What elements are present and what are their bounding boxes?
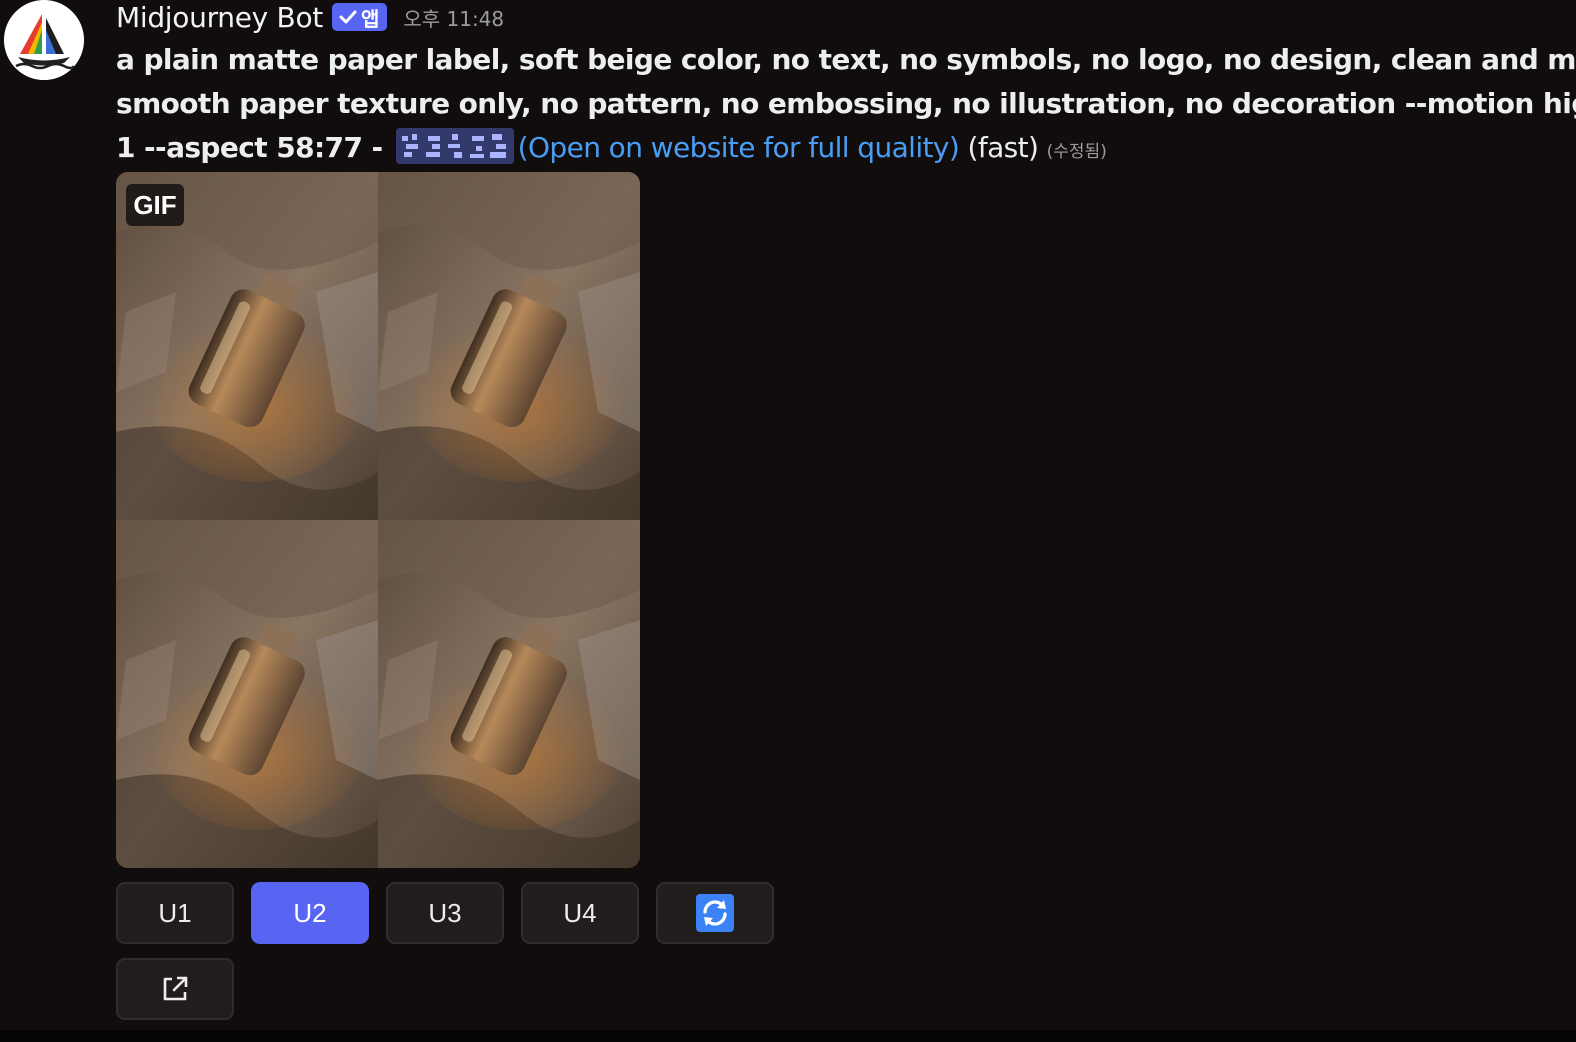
open-website-link[interactable]: (Open on website for full quality) [518,131,960,164]
app-badge: 앱 [331,3,388,31]
prompt-line-1: a plain matte paper label, soft beige co… [116,43,1576,76]
upscale-2-button[interactable]: U2 [251,882,369,944]
open-external-button[interactable] [116,958,234,1020]
generated-image-grid[interactable]: GIF [116,172,640,868]
checkmark-icon [339,10,357,24]
app-badge-label: 앱 [360,6,380,31]
external-link-icon [163,976,188,1001]
redacted-mention-icon [395,128,514,164]
username[interactable]: Midjourney Bot [116,1,323,34]
upscale-3-button[interactable]: U3 [386,882,504,944]
message-content: a plain matte paper label, soft beige co… [116,38,1576,170]
message-header: Midjourney Bot 앱 오후 11:48 [116,0,504,34]
timestamp[interactable]: 오후 11:48 [403,3,504,32]
upscale-4-button[interactable]: U4 [521,882,639,944]
gif-badge: GIF [126,184,184,226]
image-grid-preview [116,172,640,868]
refresh-icon [696,894,734,932]
bot-avatar[interactable] [4,0,84,80]
prompt-line-3-prefix: 1 --aspect 58:77 - [116,131,392,164]
sailboat-logo-icon [4,0,84,80]
prompt-line-3: 1 --aspect 58:77 - (Open on website for … [116,126,1576,170]
prompt-line-2: smooth paper texture only, no pattern, n… [116,87,1576,120]
edited-label: (수정됨) [1046,142,1107,162]
speed-label: (fast) [959,131,1047,164]
action-row-upscale: U1 U2 U3 U4 [116,882,774,944]
action-row-web [116,958,234,1020]
chat-page: Midjourney Bot 앱 오후 11:48 a plain matte … [0,0,1576,1042]
upscale-1-button[interactable]: U1 [116,882,234,944]
reroll-button[interactable] [656,882,774,944]
user-mention[interactable] [395,128,514,164]
bottom-edge [0,1030,1576,1042]
